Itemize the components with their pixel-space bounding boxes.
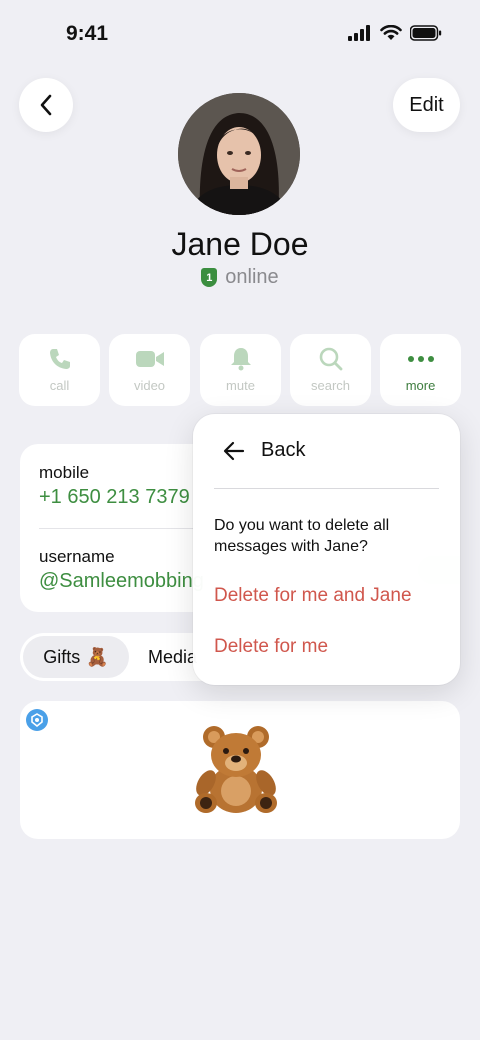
menu-back-button[interactable]: Back [223, 439, 305, 462]
more-icon [407, 356, 434, 362]
bell-icon [230, 348, 251, 371]
mobile-label: mobile [39, 463, 90, 482]
tab-gifts[interactable]: Gifts 🧸 [23, 636, 129, 678]
wifi-icon [380, 25, 402, 40]
avatar[interactable] [178, 93, 300, 215]
status-icons [348, 25, 442, 41]
edit-button[interactable]: Edit [393, 78, 460, 132]
call-label: call [49, 378, 70, 393]
search-button[interactable]: search [290, 334, 371, 406]
gift-card[interactable] [20, 701, 460, 839]
video-label: video [133, 378, 166, 393]
tab-media[interactable]: Media [148, 647, 197, 668]
status-line: 1 online [0, 266, 480, 289]
chevron-left-icon [40, 94, 52, 116]
status-bar: 9:41 [0, 0, 480, 70]
teddy-bear-gift [195, 726, 277, 813]
tab-gifts-label: Gifts [43, 646, 81, 667]
video-icon [135, 351, 164, 367]
username-value[interactable]: @Samleemobbing [39, 570, 204, 593]
search-icon [319, 347, 342, 371]
menu-question: Do you want to delete all messages with … [214, 517, 390, 555]
status-time: 9:41 [66, 22, 109, 45]
action-row: call video mute search more [19, 334, 461, 406]
menu-divider [214, 488, 439, 489]
mobile-value[interactable]: +1 650 213 7379 [39, 486, 190, 509]
more-button[interactable]: more [380, 334, 461, 406]
mute-label: mute [226, 378, 255, 393]
signal-icon [348, 25, 370, 41]
context-menu: Back Do you want to delete all messages … [193, 414, 460, 685]
gift-badge-icon [26, 709, 48, 731]
online-status: online [225, 266, 279, 288]
back-button[interactable] [19, 78, 73, 132]
delete-for-me-button[interactable]: Delete for me [214, 636, 328, 658]
mute-button[interactable]: mute [200, 334, 281, 406]
teddy-bear-icon: 🧸 [86, 646, 109, 667]
phone-icon [49, 349, 70, 369]
username-label: username [39, 547, 115, 566]
status-badge: 1 [201, 268, 218, 287]
call-button[interactable]: call [19, 334, 100, 406]
menu-back-label: Back [261, 439, 306, 461]
delete-for-both-button[interactable]: Delete for me and Jane [214, 585, 412, 607]
battery-icon [410, 25, 442, 41]
video-button[interactable]: video [109, 334, 190, 406]
arrow-left-icon [223, 441, 245, 460]
search-label: search [310, 378, 351, 393]
profile-name: Jane Doe [171, 226, 309, 262]
more-label: more [405, 378, 436, 393]
